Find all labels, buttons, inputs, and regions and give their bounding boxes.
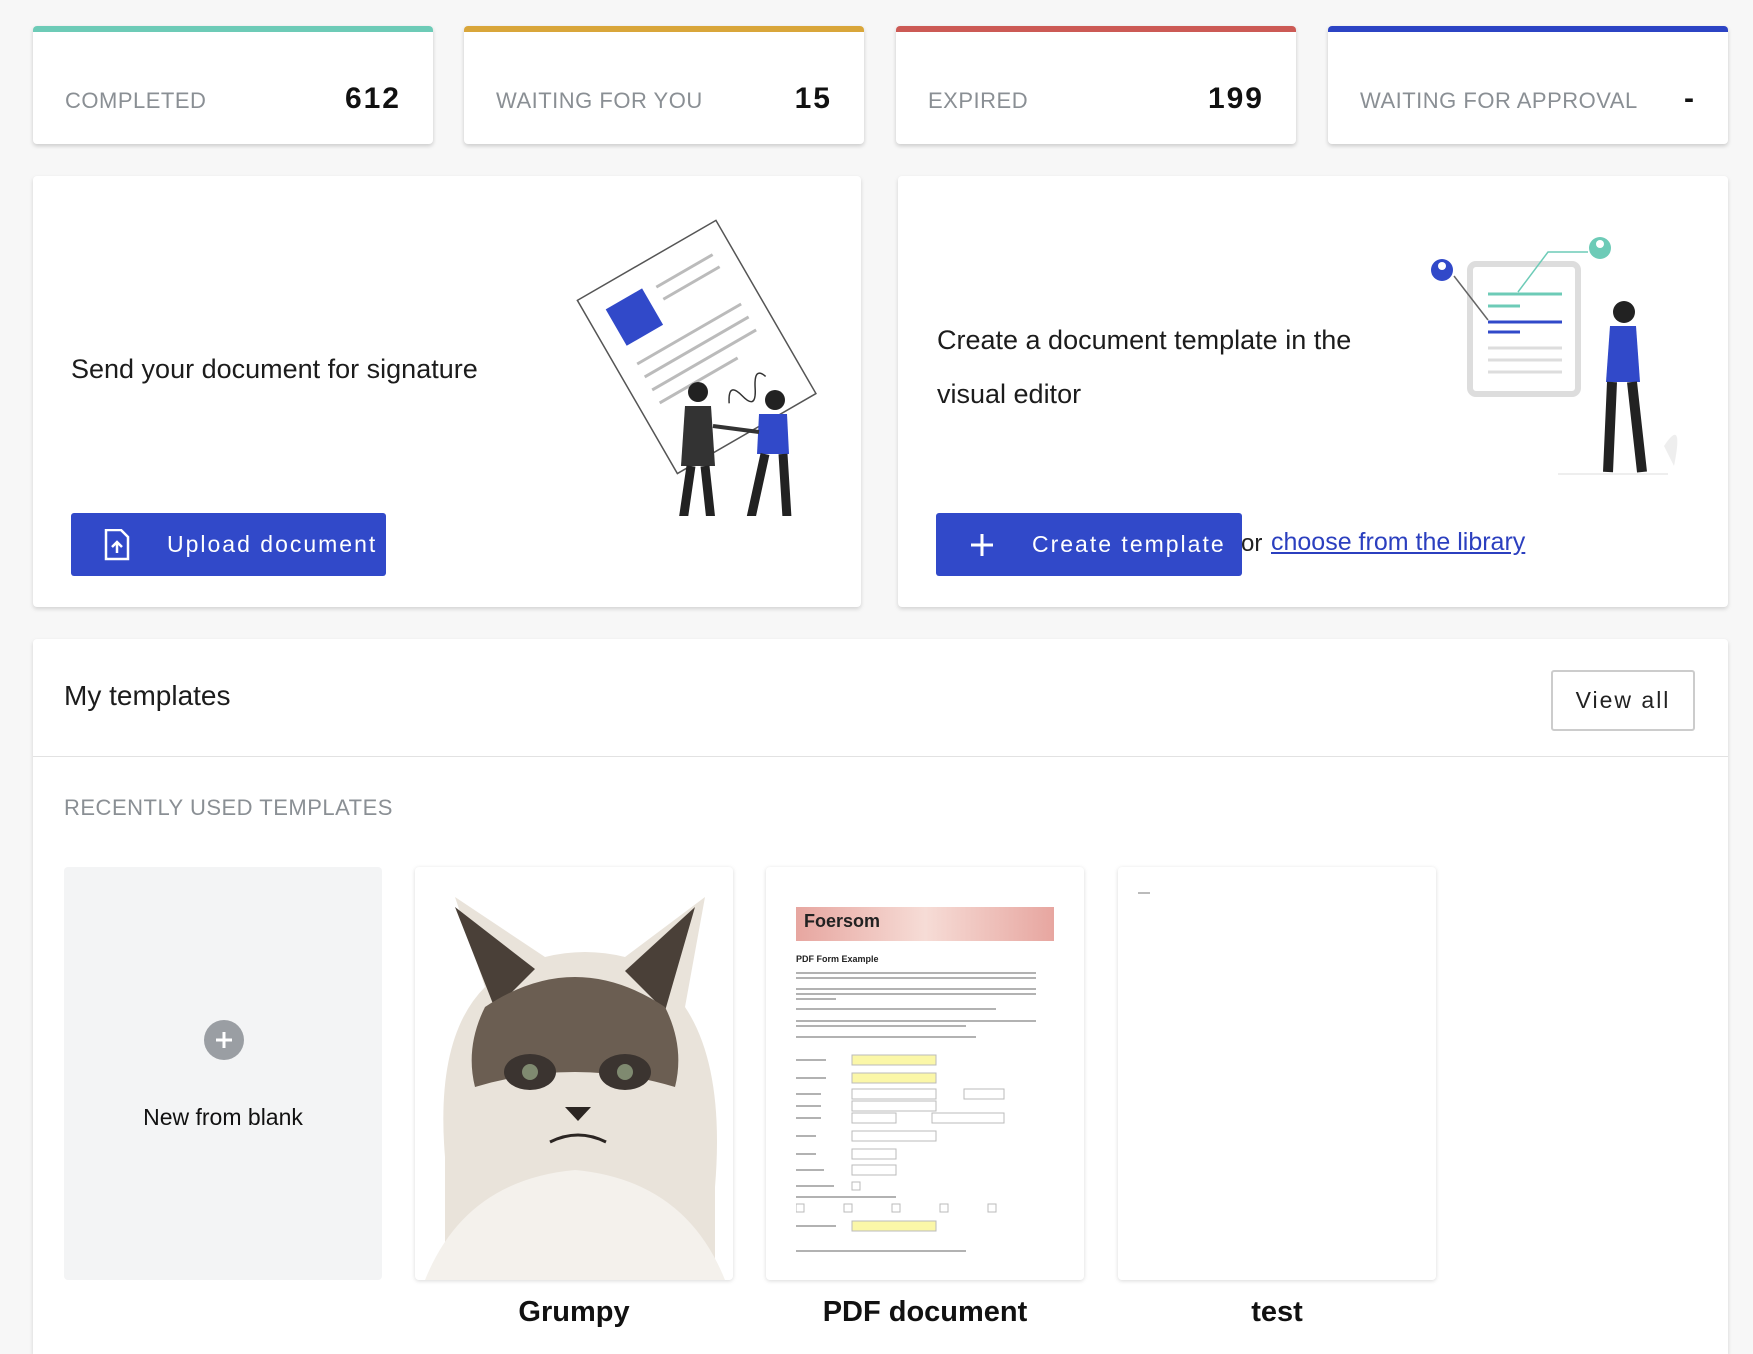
create-template-button[interactable]: Create template — [936, 513, 1242, 576]
my-templates-title: My templates — [64, 680, 231, 711]
stat-card-completed[interactable]: COMPLETED 612 — [33, 26, 433, 144]
pdf-form-preview — [796, 972, 1036, 1252]
send-document-panel: Send your document for signature Upload … — [33, 176, 861, 607]
stat-label: WAITING FOR YOU — [496, 88, 703, 113]
stat-card-waiting-for-approval[interactable]: WAITING FOR APPROVAL - — [1328, 26, 1728, 144]
template-name: test — [1251, 1296, 1303, 1328]
status-bar — [33, 26, 433, 32]
template-editor-illustration — [1431, 237, 1678, 475]
status-bar — [896, 26, 1296, 32]
stat-count: 612 — [344, 82, 401, 115]
create-template-title-line1: Create a document template in the — [937, 325, 1352, 355]
new-from-blank-card[interactable]: New from blank — [64, 867, 382, 1280]
stat-count: 199 — [1207, 82, 1264, 115]
recently-used-heading: RECENTLY USED TEMPLATES — [64, 795, 393, 820]
template-card-test[interactable] — [1118, 867, 1436, 1280]
upload-document-label: Upload document — [167, 531, 378, 557]
divider — [33, 756, 1728, 757]
create-template-panel: Create a document template in the visual… — [898, 176, 1728, 607]
template-card-pdf-document[interactable]: Foersom PDF Form Example — [766, 867, 1084, 1280]
signature-illustration — [576, 219, 817, 516]
template-name: PDF document — [822, 1296, 1028, 1328]
pdf-heading: PDF Form Example — [796, 954, 879, 964]
upload-file-icon — [97, 525, 137, 565]
create-template-label: Create template — [1032, 531, 1226, 557]
new-from-blank-label: New from blank — [143, 1104, 303, 1130]
stat-card-expired[interactable]: EXPIRED 199 — [896, 26, 1296, 144]
blank-page-preview — [1138, 892, 1150, 894]
status-bar — [1328, 26, 1728, 32]
stat-label: WAITING FOR APPROVAL — [1360, 88, 1638, 113]
status-bar — [464, 26, 864, 32]
create-template-title-line2: visual editor — [937, 379, 1082, 409]
cat-photo-thumbnail — [425, 897, 725, 1280]
plus-circle-icon — [204, 1020, 244, 1060]
template-card-grumpy[interactable] — [415, 867, 733, 1280]
stat-label: EXPIRED — [928, 88, 1029, 113]
stat-count: 15 — [794, 82, 832, 115]
template-name: Grumpy — [518, 1296, 630, 1328]
or-text: or — [1241, 530, 1263, 557]
view-all-button[interactable]: View all — [1551, 670, 1695, 731]
stat-label: COMPLETED — [65, 88, 207, 113]
choose-from-library-link[interactable]: choose from the library — [1271, 528, 1525, 557]
pdf-brand: Foersom — [804, 911, 881, 931]
stat-count: - — [1684, 82, 1696, 115]
upload-document-button[interactable]: Upload document — [71, 513, 386, 576]
stat-card-waiting-for-you[interactable]: WAITING FOR YOU 15 — [464, 26, 864, 144]
send-document-title: Send your document for signature — [71, 354, 478, 384]
plus-icon — [962, 525, 1002, 565]
